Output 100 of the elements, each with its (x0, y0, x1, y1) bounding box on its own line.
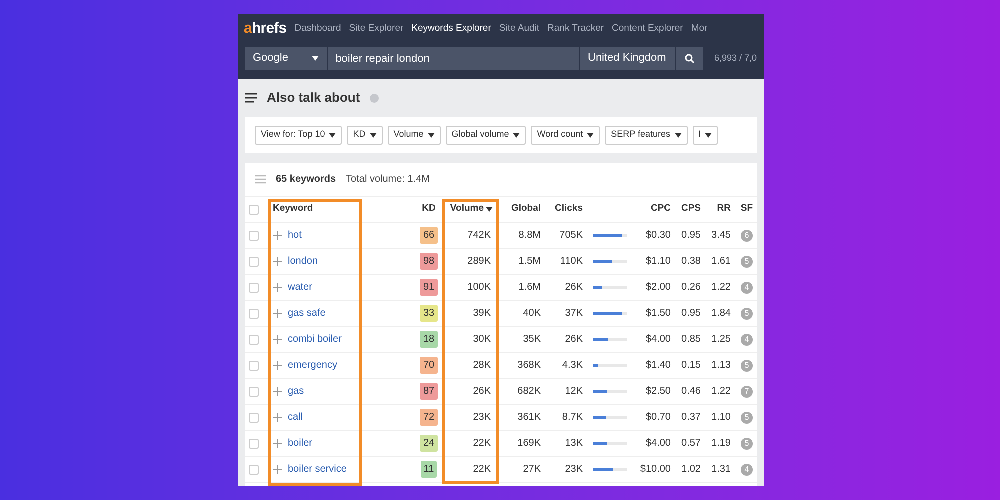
select-all-checkbox[interactable] (249, 204, 259, 214)
filter-dropdown[interactable]: View for: Top 10 (255, 126, 342, 144)
plus-icon[interactable] (273, 361, 282, 370)
row-checkbox[interactable] (249, 256, 259, 266)
rr-value: 1.25 (710, 333, 731, 347)
clicks-value: 13K (564, 437, 583, 451)
cpc-value: $0.70 (644, 411, 671, 425)
difficulty-score: 72 (420, 409, 438, 426)
global-volume-value: 35K (522, 333, 541, 347)
column-header[interactable]: Volume (445, 202, 497, 217)
cps-value: 0.57 (680, 437, 701, 451)
rr-value: 1.84 (710, 307, 731, 321)
keyword-link[interactable]: london (288, 254, 318, 269)
rr-value: 1.10 (710, 411, 731, 425)
clicks-value: 8.7K (561, 411, 583, 425)
caret-icon (705, 132, 712, 138)
column-header[interactable]: SF (731, 202, 753, 217)
caret-icon (674, 132, 682, 138)
plus-icon[interactable] (273, 283, 282, 292)
column-header[interactable]: Global (497, 202, 541, 217)
keyword-link[interactable]: call (288, 410, 304, 425)
keyword-link[interactable]: water (288, 280, 312, 295)
column-header[interactable]: CPS (671, 202, 701, 217)
plus-icon[interactable] (273, 335, 282, 344)
volume-value: 742K (466, 229, 492, 243)
nav-link[interactable]: Content Explorer (612, 22, 684, 36)
column-header[interactable]: KD (413, 202, 445, 217)
keyword-link[interactable]: gas (288, 384, 304, 399)
rr-value: 3.45 (710, 229, 731, 243)
row-checkbox[interactable] (249, 464, 259, 474)
volume-value: 39K (472, 307, 492, 321)
serp-features-count: 5 (741, 412, 753, 424)
help-icon[interactable] (370, 94, 380, 102)
menu-icon[interactable] (245, 93, 257, 103)
plus-icon[interactable] (273, 257, 282, 266)
caret-icon (428, 132, 435, 138)
plus-icon[interactable] (273, 309, 282, 318)
column-header[interactable]: CPC (627, 202, 671, 217)
difficulty-score: 24 (420, 435, 438, 452)
volume-value: 289K (466, 255, 492, 269)
cps-value: 0.38 (680, 255, 701, 269)
total-volume: Total volume: 1.4M (346, 173, 430, 187)
keyword-link[interactable]: hot (288, 228, 302, 243)
filter-dropdown[interactable]: SERP features (605, 126, 688, 144)
row-checkbox[interactable] (249, 334, 259, 344)
row-checkbox[interactable] (249, 282, 259, 292)
engine-dropdown[interactable]: Google (245, 47, 327, 70)
plus-icon[interactable] (273, 465, 282, 474)
row-checkbox[interactable] (249, 438, 259, 448)
row-checkbox[interactable] (249, 308, 259, 318)
list-icon[interactable] (255, 175, 266, 184)
filter-dropdown[interactable]: Word count (531, 126, 600, 144)
filter-dropdown[interactable]: Global volume (446, 126, 526, 144)
search-field[interactable]: boiler repair london (328, 47, 579, 70)
filter-dropdown[interactable]: Volume (388, 126, 441, 144)
plus-icon[interactable] (273, 231, 282, 240)
keyword-link[interactable]: gas safe (288, 306, 326, 321)
row-checkbox[interactable] (249, 412, 259, 422)
keyword-link[interactable]: boiler (288, 436, 312, 451)
nav-link[interactable]: Site Audit (499, 22, 540, 36)
cps-value: 0.85 (680, 333, 701, 347)
nav-link[interactable]: Site Explorer (349, 22, 404, 36)
search-button[interactable] (676, 47, 704, 70)
logo[interactable]: ahrefs (244, 18, 287, 40)
rr-value: 1.22 (710, 281, 731, 295)
global-volume-value: 1.5M (518, 255, 541, 269)
row-checkbox[interactable] (249, 386, 259, 396)
caret-icon (513, 132, 520, 138)
cpc-value: $1.10 (644, 255, 671, 269)
row-checkbox[interactable] (249, 230, 259, 240)
serp-features-count: 4 (741, 334, 753, 346)
rr-value: 1.31 (710, 463, 731, 477)
nav-link[interactable]: Rank Tracker (548, 22, 604, 36)
global-volume-value: 1.6M (518, 281, 541, 295)
filter-dropdown[interactable]: I (692, 126, 718, 144)
cpc-value: $4.00 (644, 333, 671, 347)
column-header[interactable]: RR (701, 202, 731, 217)
volume-value: 22K (472, 437, 492, 451)
cpc-value: $0.30 (644, 229, 671, 243)
nav-link[interactable]: Keywords Explorer (412, 22, 492, 36)
cps-value: 0.26 (680, 281, 701, 295)
filter-dropdown[interactable]: KD (347, 126, 383, 144)
column-header[interactable]: Clicks (541, 202, 583, 217)
column-header[interactable]: Keyword (271, 202, 361, 217)
plus-icon[interactable] (273, 439, 282, 448)
difficulty-score: 87 (420, 383, 438, 400)
keyword-link[interactable]: combi boiler (288, 332, 342, 347)
serp-features-count: 6 (741, 230, 753, 242)
country-dropdown[interactable]: United Kingdom (580, 47, 675, 70)
keyword-link[interactable]: emergency (288, 358, 338, 373)
keyword-link[interactable]: boiler service (288, 462, 347, 477)
cpc-value: $1.40 (644, 359, 671, 373)
plus-icon[interactable] (273, 387, 282, 396)
global-volume-value: 368K (516, 359, 541, 373)
nav-link[interactable]: Mor (691, 22, 708, 36)
cps-value: 1.02 (680, 463, 701, 477)
nav-link[interactable]: Dashboard (294, 22, 342, 36)
serp-features-count: 5 (741, 438, 753, 450)
plus-icon[interactable] (273, 413, 282, 422)
row-checkbox[interactable] (249, 360, 259, 370)
